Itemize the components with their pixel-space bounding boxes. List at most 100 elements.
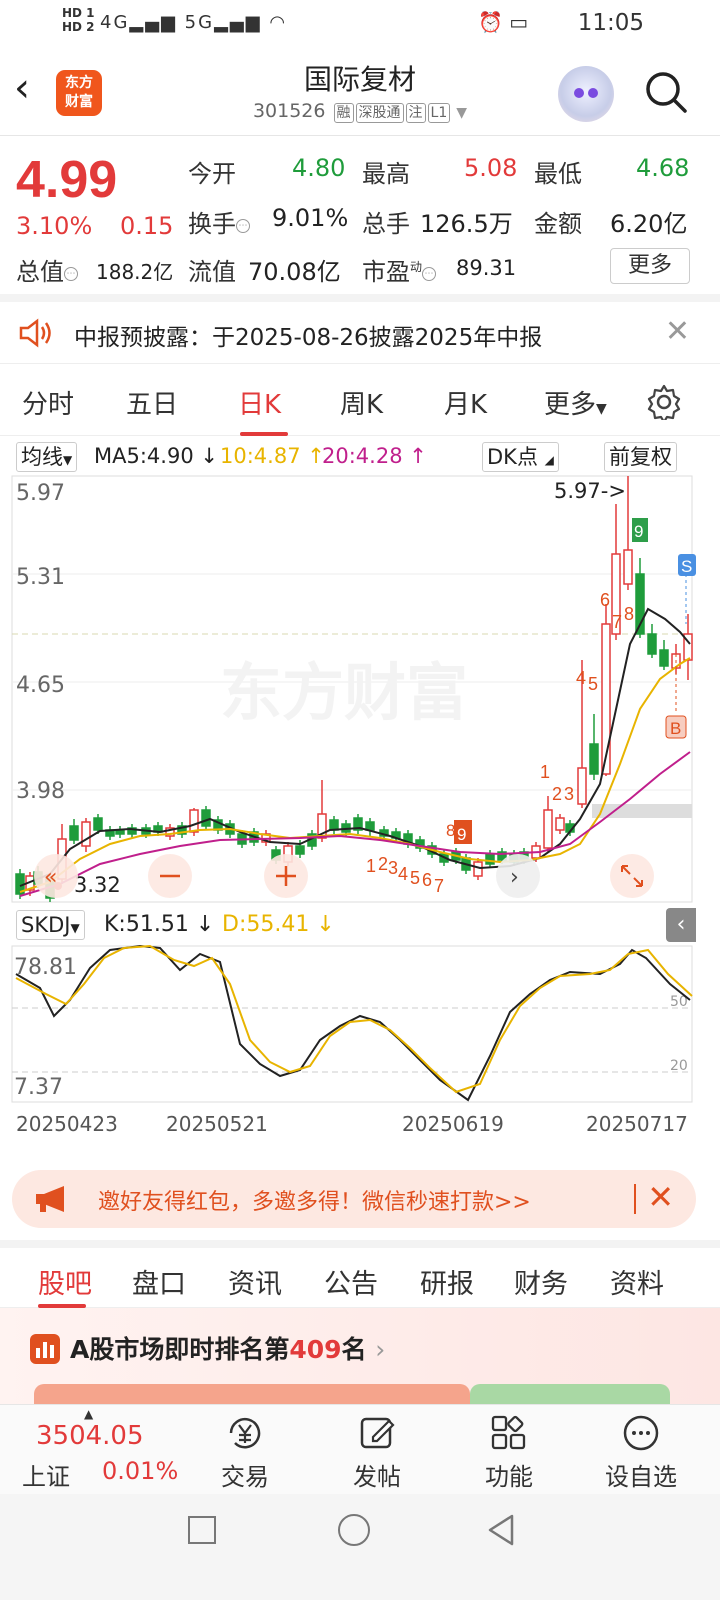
y-label-4: 3.98 (16, 779, 65, 804)
quote-panel: 4.99 3.10% 0.15 今开 4.80 最高 5.08 最低 4.68 … (0, 136, 720, 302)
tab-more[interactable]: 更多▼ (544, 384, 607, 421)
tab-order-book[interactable]: 盘口 (132, 1262, 186, 1301)
nine-marker-bottom: 9 (457, 825, 466, 844)
sequence-digit: 5 (588, 674, 598, 694)
index-value[interactable]: 3504.05 (36, 1421, 144, 1451)
nine-marker-top: 9 (634, 522, 643, 541)
nav-trade[interactable]: 交易 (200, 1413, 290, 1492)
info-icon: ⋯ (422, 267, 437, 281)
candle-body (485, 853, 495, 865)
change-percent: 3.10% (16, 212, 93, 240)
tab-weekly-k[interactable]: 周K (340, 384, 383, 421)
stock-code: 301526 (252, 100, 326, 122)
svg-text:«: « (44, 865, 57, 890)
candle-body (329, 819, 339, 831)
candlestick-chart[interactable]: 东方财富 5.97 5.31 4.65 3.98 5.97-> 9 9 S B … (0, 474, 720, 904)
index-name[interactable]: 上证 (22, 1457, 70, 1492)
assistant-robot-icon[interactable] (558, 66, 614, 122)
amount-value: 6.20亿 (610, 210, 688, 238)
candle-body (93, 817, 103, 831)
date-label-2: 20250521 (166, 1112, 268, 1136)
amount-label: 金额 (534, 210, 582, 238)
tab-five-day[interactable]: 五日 (126, 384, 178, 421)
date-label-1: 20250423 (16, 1112, 118, 1136)
nav-add-watchlist[interactable]: 设自选 (596, 1413, 686, 1492)
invite-banner[interactable]: 邀好友得红包，多邀多得！微信秒速打款>> ✕ (12, 1170, 696, 1228)
sequence-digit: 4 (398, 864, 408, 884)
nav-functions[interactable]: 功能 (464, 1413, 554, 1492)
tag-registration: 注 (405, 103, 426, 123)
chart-scroll-right-button[interactable]: › (496, 854, 540, 898)
candle-body (201, 809, 211, 827)
tab-research[interactable]: 研报 (420, 1262, 474, 1301)
buy-marker: B (670, 719, 681, 738)
more-quote-button[interactable]: 更多 (610, 248, 690, 284)
stock-header: ‹ 东方 财富 国际复材 301526 融深股通注 L1 ▼ (0, 52, 720, 136)
rank-text: A股市场即时排名第409名 › (70, 1335, 386, 1364)
more-dots-icon (623, 1415, 659, 1451)
tab-forum[interactable]: 股吧 (38, 1262, 92, 1301)
nav-post[interactable]: 发帖 (332, 1413, 422, 1492)
high-value: 5.08 (464, 154, 518, 182)
candle-body (659, 649, 669, 667)
indicator-selector[interactable]: SKDJ▼ (16, 910, 85, 940)
ma-selector[interactable]: 均线▼ (16, 442, 78, 472)
chevron-down-icon[interactable]: ▼ (456, 105, 467, 121)
notice-text: 中报预披露：于2025-08-26披露2025年中报 (74, 325, 543, 351)
collapse-panel-icon[interactable]: ‹ (666, 908, 696, 942)
ma10-value: 10:4.87 ↑ (220, 444, 325, 468)
sequence-digit: 2 (378, 854, 388, 874)
turnover-value: 9.01% (272, 204, 349, 232)
low-value: 4.68 (636, 154, 690, 182)
tab-monthly-k[interactable]: 月K (444, 384, 487, 421)
mktcap-value: 188.2亿 (96, 260, 174, 284)
candle-body (555, 817, 565, 831)
fullscreen-expand-icon[interactable] (610, 854, 654, 898)
back-nav-icon[interactable] (486, 1514, 516, 1546)
recent-apps-icon[interactable] (188, 1516, 216, 1544)
svg-text:›: › (510, 865, 519, 890)
notice-bar[interactable]: 中报预披露：于2025-08-26披露2025年中报 ✕ (0, 302, 720, 364)
zoom-in-button[interactable] (264, 854, 308, 898)
tab-announcements[interactable]: 公告 (324, 1262, 378, 1301)
market-rank-card[interactable]: A股市场即时排名第409名 › (0, 1308, 720, 1404)
zoom-out-button[interactable] (148, 854, 192, 898)
search-icon[interactable] (644, 70, 688, 114)
float-value: 70.08亿 (248, 258, 341, 286)
watermark: 东方财富 (220, 656, 468, 729)
tab-news[interactable]: 资讯 (228, 1262, 282, 1301)
date-label-3: 20250619 (402, 1112, 504, 1136)
index-percent[interactable]: 0.01% (102, 1457, 178, 1485)
close-icon[interactable]: ✕ (647, 1178, 674, 1216)
forward-adjust-button[interactable]: 前复权 (604, 442, 677, 472)
close-icon[interactable]: ✕ (665, 314, 690, 349)
candle-body (589, 743, 599, 775)
sequence-digit: 7 (612, 612, 622, 632)
candle-body (577, 767, 587, 805)
tab-daily-k[interactable]: 日K (238, 384, 281, 421)
tab-intraday[interactable]: 分时 (22, 384, 74, 421)
candle-body (69, 825, 79, 841)
ma20-value: 20:4.28 ↑ (322, 444, 427, 468)
last-price: 4.99 (16, 151, 118, 209)
turnover-label: 换手 ⋯ (188, 204, 250, 239)
edit-post-icon (360, 1417, 395, 1449)
candle-body (543, 809, 553, 849)
skdj-level-20: 20 (670, 1058, 688, 1074)
home-icon[interactable] (338, 1514, 370, 1546)
candle-body (295, 845, 305, 855)
tab-financials[interactable]: 财务 (514, 1262, 568, 1301)
dk-point-button[interactable]: DK点 ◢ (482, 442, 559, 472)
sequence-digit: 6 (422, 870, 432, 890)
tab-profile[interactable]: 资料 (610, 1262, 664, 1301)
clock: 11:05 (577, 10, 644, 36)
skdj-k-line (15, 944, 691, 1102)
skdj-y-top: 78.81 (14, 955, 77, 980)
ma-indicator-row: 均线▼ MA5:4.90 ↓ 10:4.87 ↑ 20:4.28 ↑ DK点 ◢… (0, 440, 720, 474)
grid-functions-icon (491, 1415, 526, 1450)
skdj-chart[interactable]: 78.81 7.37 50 20 (0, 944, 720, 1104)
settings-gear-icon[interactable] (646, 384, 682, 420)
banner-divider (634, 1184, 636, 1214)
candle-body (473, 861, 483, 877)
chart-scroll-left-button[interactable]: « (34, 854, 78, 898)
